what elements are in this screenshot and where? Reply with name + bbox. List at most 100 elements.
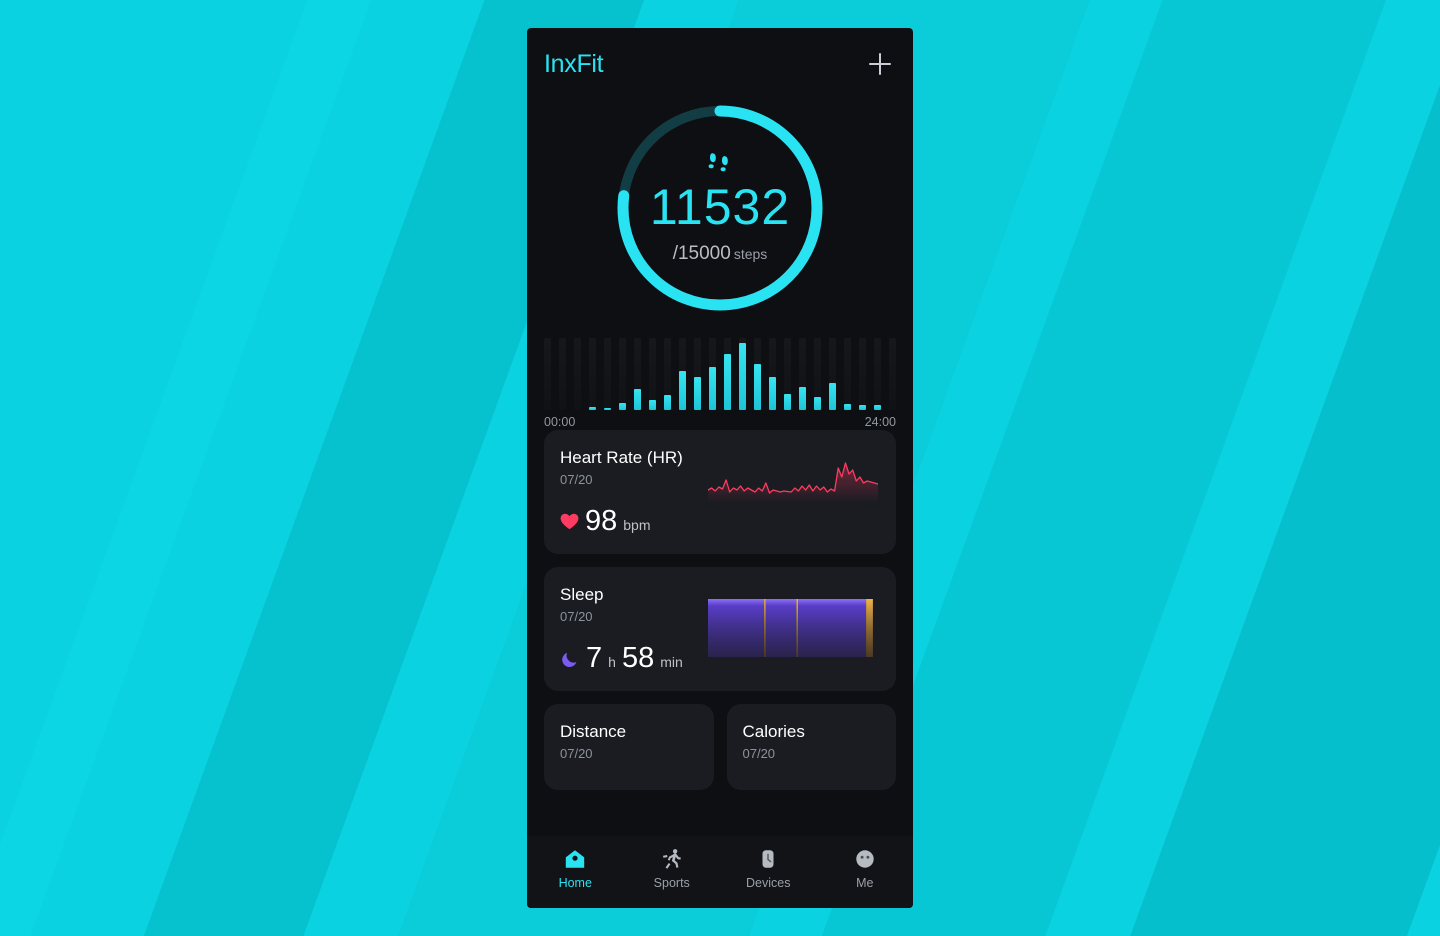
- face-icon: [856, 850, 874, 868]
- hourly-bar: [739, 342, 746, 410]
- sleep-hours: 7: [586, 642, 603, 674]
- heart-rate-area: [708, 463, 878, 503]
- axis-label-start: 00:00: [544, 415, 576, 429]
- hourly-bar-column: [559, 338, 566, 410]
- bottom-navigation: Home Sports Devices Me: [527, 836, 913, 908]
- nav-label: Me: [856, 876, 874, 890]
- hourly-bar-column: [544, 338, 551, 410]
- hourly-bar: [769, 377, 776, 410]
- axis-label-end: 24:00: [864, 415, 896, 429]
- nav-item-devices[interactable]: Devices: [720, 848, 817, 890]
- card-date: 07/20: [560, 746, 593, 761]
- nav-label: Devices: [746, 876, 791, 890]
- hourly-bar: [619, 403, 626, 410]
- metric-cards: Heart Rate (HR) 07/20 98 bpm Sleep 07/20…: [527, 430, 913, 836]
- app-header: InxFit: [527, 28, 913, 100]
- hourly-bar: [649, 399, 656, 410]
- heart-rate-card[interactable]: Heart Rate (HR) 07/20 98 bpm: [544, 430, 896, 554]
- footprints-icon: [708, 152, 728, 171]
- steps-count: 11532: [649, 178, 791, 235]
- steps-goal-row: /15000 steps: [673, 243, 768, 265]
- hourly-bar: [709, 367, 716, 410]
- heart-rate-value-row: 98 bpm: [560, 507, 651, 536]
- plus-icon[interactable]: [865, 49, 895, 79]
- moon-icon: [560, 649, 580, 669]
- hourly-bar-column: [679, 338, 686, 410]
- hourly-steps-section: 00:00 24:00: [527, 338, 913, 430]
- hourly-bar: [814, 397, 821, 410]
- hourly-steps-chart[interactable]: [544, 338, 896, 410]
- hourly-bar-track: [574, 338, 581, 410]
- nav-label: Sports: [653, 876, 690, 890]
- hourly-bar-column: [694, 338, 701, 410]
- hourly-bar-track: [874, 338, 881, 410]
- sleep-stage-segment: [798, 599, 867, 657]
- steps-goal: /15000: [672, 242, 731, 264]
- hourly-bar-column: [574, 338, 581, 410]
- nav-label: Home: [558, 876, 592, 890]
- card-title: Calories: [742, 722, 805, 741]
- hourly-bar: [829, 383, 836, 410]
- sleep-value-row: 7 h 58 min: [560, 644, 683, 673]
- hourly-bar-column: [889, 338, 896, 410]
- hourly-bar-track: [889, 338, 896, 410]
- hourly-bar: [754, 363, 761, 410]
- wallpaper-diagonal-band: [0, 0, 487, 936]
- distance-card[interactable]: Distance 07/20: [544, 704, 714, 790]
- steps-unit-label: steps: [733, 245, 768, 262]
- hourly-bar: [874, 405, 881, 410]
- wallpaper-background: InxFit 11532 /15000 steps 00:00 24:00 He…: [0, 0, 1440, 936]
- hourly-bar: [664, 394, 671, 410]
- steps-progress-ring[interactable]: 11532 /15000 steps: [612, 100, 828, 316]
- hourly-bar-track: [619, 338, 626, 410]
- hourly-bar-column: [814, 338, 821, 410]
- nav-item-me[interactable]: Me: [817, 848, 914, 890]
- sleep-stage-segment: [796, 599, 799, 657]
- hourly-bar-column: [634, 338, 641, 410]
- hourly-bar-column: [769, 338, 776, 410]
- hourly-bar-column: [829, 338, 836, 410]
- sleep-stage-segment: [765, 599, 797, 657]
- hourly-bar-column: [859, 338, 866, 410]
- hourly-bar-column: [739, 338, 746, 410]
- hourly-bar-column: [844, 338, 851, 410]
- hourly-bar-column: [649, 338, 656, 410]
- heart-rate-unit: bpm: [623, 517, 651, 533]
- phone-frame: InxFit 11532 /15000 steps 00:00 24:00 He…: [527, 28, 913, 908]
- hourly-bar-track: [589, 338, 596, 410]
- nav-item-home[interactable]: Home: [527, 848, 624, 890]
- running-icon: [662, 849, 681, 869]
- sleep-stage-segment: [764, 599, 766, 657]
- small-cards-row: Distance 07/20 Calories 07/20: [544, 704, 896, 790]
- hourly-bar-track: [844, 338, 851, 410]
- hourly-bar-track: [559, 338, 566, 410]
- sleep-stage-segment: [708, 599, 765, 657]
- hourly-bar-column: [874, 338, 881, 410]
- hourly-bar: [724, 354, 731, 410]
- app-title: InxFit: [544, 49, 604, 78]
- heart-rate-value: 98: [585, 505, 618, 537]
- hourly-bar: [694, 377, 701, 410]
- hourly-bar-column: [589, 338, 596, 410]
- hourly-bar-column: [619, 338, 626, 410]
- sleep-minutes-unit: min: [660, 654, 683, 670]
- nav-item-sports[interactable]: Sports: [624, 848, 721, 890]
- hourly-bar: [589, 406, 596, 410]
- sleep-stage-chart: [708, 599, 873, 657]
- sleep-card[interactable]: Sleep 07/20 7 h 58 min: [544, 567, 896, 691]
- sleep-hours-unit: h: [608, 654, 616, 670]
- card-title: Distance: [560, 722, 627, 741]
- hourly-bar-column: [754, 338, 761, 410]
- card-date: 07/20: [742, 746, 776, 761]
- calories-card[interactable]: Calories 07/20: [726, 704, 896, 790]
- hourly-bar-track: [544, 338, 551, 410]
- hourly-bar-track: [859, 338, 866, 410]
- hourly-bar: [679, 370, 686, 410]
- hourly-bar: [634, 389, 641, 410]
- hourly-bar-column: [724, 338, 731, 410]
- steps-section[interactable]: 11532 /15000 steps: [527, 100, 913, 338]
- hourly-bar-column: [784, 338, 791, 410]
- hourly-bar-column: [709, 338, 716, 410]
- sleep-stage-segment: [866, 599, 873, 657]
- hourly-bar: [604, 407, 611, 410]
